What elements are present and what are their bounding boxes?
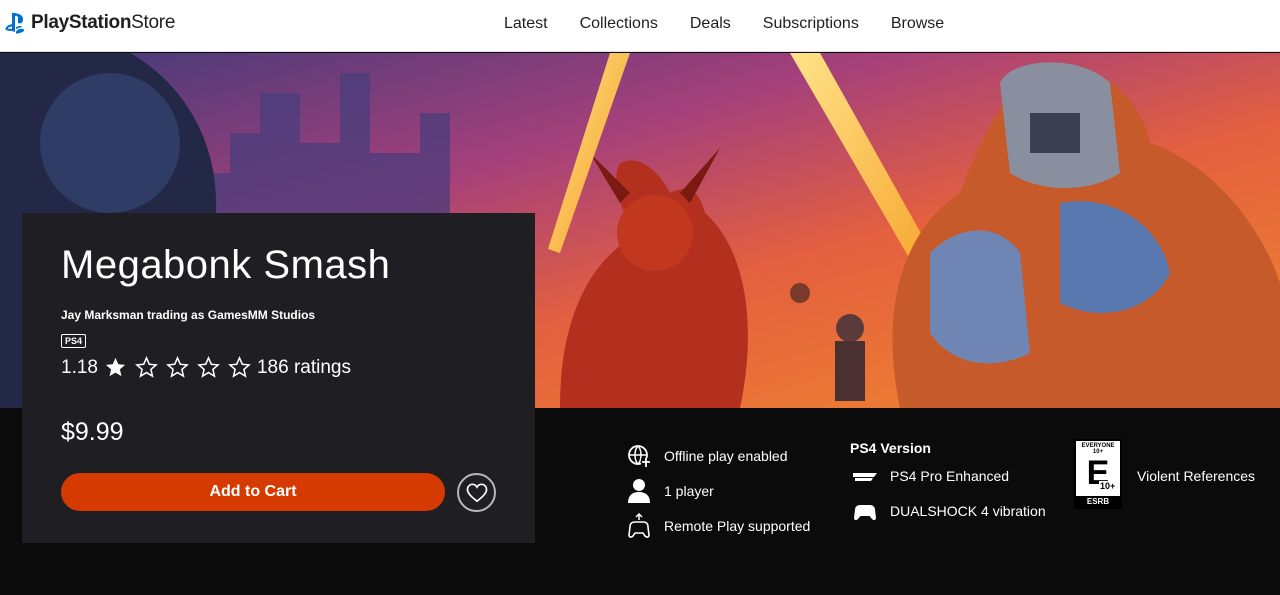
rating-value: 1.18 bbox=[61, 356, 98, 378]
top-navigation-bar: PlayStationStore Latest Collections Deal… bbox=[0, 0, 1280, 52]
star-empty-icon bbox=[166, 356, 189, 378]
globe-offline-icon bbox=[628, 445, 651, 467]
rating-summary: 1.18 186 ratings bbox=[61, 356, 351, 379]
price: $9.99 bbox=[61, 418, 124, 446]
feature-remote-play: Remote Play supported bbox=[626, 513, 810, 539]
star-empty-icon bbox=[197, 356, 220, 378]
feature-offline-label: Offline play enabled bbox=[664, 448, 788, 464]
playstation-store-logo[interactable]: PlayStationStore bbox=[5, 12, 175, 34]
feature-vibration-label: DUALSHOCK 4 vibration bbox=[890, 503, 1046, 519]
heart-icon bbox=[466, 483, 487, 502]
esrb-rating-category: EVERYONE 10+ bbox=[1081, 443, 1115, 455]
wishlist-button[interactable] bbox=[457, 473, 496, 512]
feature-players-label: 1 player bbox=[664, 483, 714, 499]
game-title: Megabonk Smash bbox=[61, 243, 391, 287]
main-navigation: Latest Collections Deals Subscriptions B… bbox=[488, 15, 960, 33]
feature-vibration: DUALSHOCK 4 vibration bbox=[852, 498, 1046, 524]
feature-ps4-pro-label: PS4 Pro Enhanced bbox=[890, 468, 1010, 484]
nav-subscriptions[interactable]: Subscriptions bbox=[747, 15, 875, 33]
nav-latest[interactable]: Latest bbox=[488, 15, 564, 33]
brand-name: PlayStationStore bbox=[31, 12, 176, 33]
nav-collections[interactable]: Collections bbox=[564, 15, 674, 33]
person-icon bbox=[628, 479, 650, 503]
feature-players: 1 player bbox=[626, 478, 714, 504]
esrb-age: 10+ bbox=[1099, 481, 1117, 491]
esrb-rating-badge: EVERYONE 10+ E 10+ ESRB bbox=[1074, 439, 1122, 509]
feature-remote-play-label: Remote Play supported bbox=[664, 518, 811, 534]
product-info-card: Megabonk Smash Jay Marksman trading as G… bbox=[22, 213, 535, 543]
esrb-label: ESRB bbox=[1076, 496, 1120, 507]
ps4-version-title: PS4 Version bbox=[850, 440, 931, 456]
publisher-name[interactable]: Jay Marksman trading as GamesMM Studios bbox=[61, 308, 315, 322]
remote-play-controller-icon bbox=[628, 513, 650, 538]
platform-tag: PS4 bbox=[61, 334, 87, 348]
star-empty-icon bbox=[228, 356, 251, 378]
feature-ps4-pro: PS4 Pro Enhanced bbox=[852, 463, 1009, 489]
add-to-cart-button[interactable]: Add to Cart bbox=[61, 473, 445, 511]
star-filled-icon bbox=[105, 357, 126, 377]
star-rating bbox=[104, 356, 251, 379]
star-empty-icon bbox=[135, 356, 158, 378]
feature-offline: Offline play enabled bbox=[626, 443, 788, 469]
esrb-descriptor: Violent References bbox=[1137, 468, 1256, 484]
nav-deals[interactable]: Deals bbox=[674, 15, 747, 33]
playstation-logo-icon bbox=[5, 12, 25, 34]
controller-icon bbox=[854, 505, 876, 521]
ps4-pro-console-icon bbox=[853, 473, 877, 481]
nav-browse[interactable]: Browse bbox=[875, 15, 960, 33]
rating-count: 186 ratings bbox=[256, 356, 351, 378]
